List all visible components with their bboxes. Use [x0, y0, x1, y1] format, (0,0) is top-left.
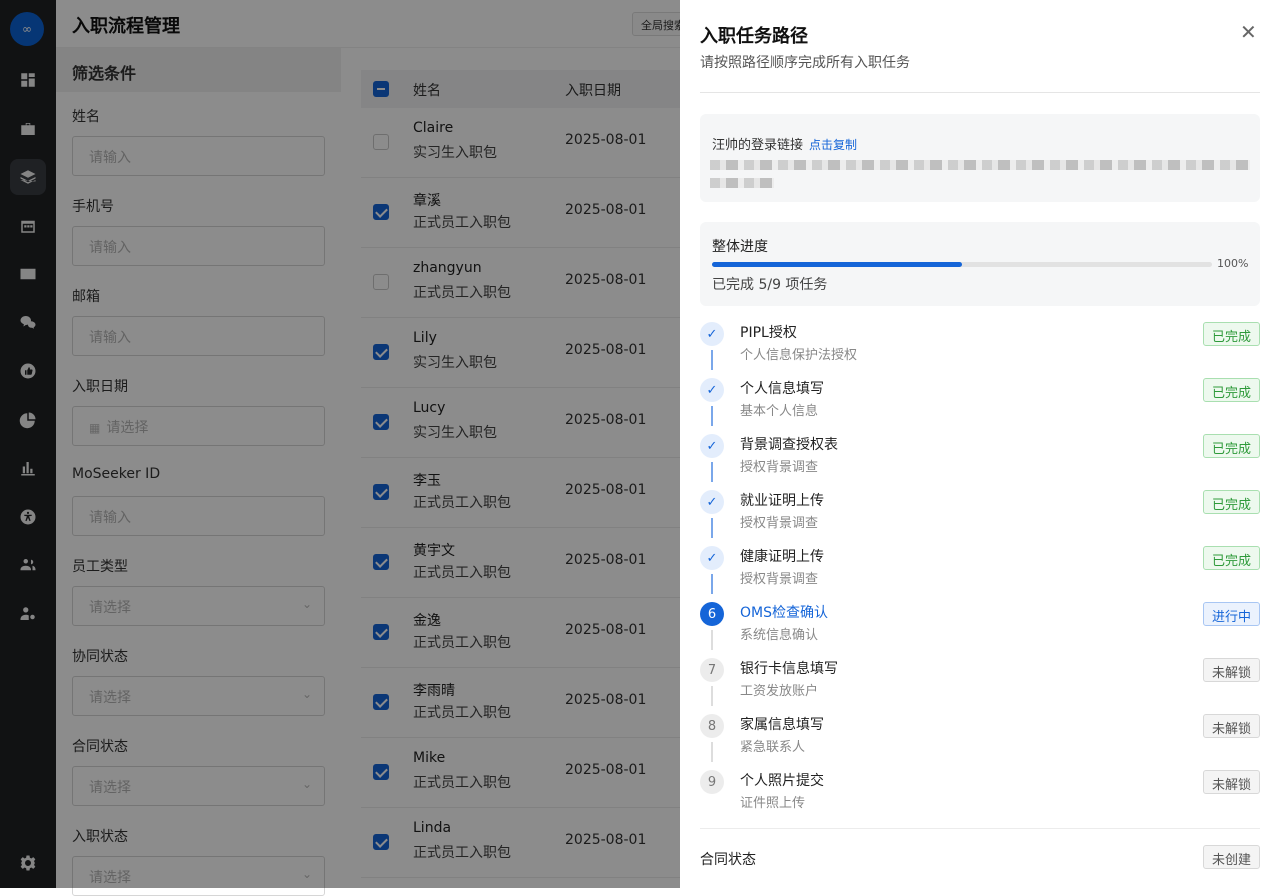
progress-title: 整体进度	[712, 239, 768, 255]
step-title: PIPL授权	[740, 325, 797, 341]
progress-note: 已完成 5/9 项任务	[712, 277, 828, 293]
task-step[interactable]: ✓ 背景调查授权表 授权背景调查 已完成	[700, 430, 1260, 486]
contract-status-label: 合同状态	[700, 852, 756, 868]
step-number: 8	[700, 714, 724, 738]
step-connector	[711, 742, 713, 762]
step-status-badge: 已完成	[1202, 434, 1260, 458]
step-subtitle: 系统信息确认	[740, 628, 819, 643]
task-step[interactable]: ✓ 个人信息填写 基本个人信息 已完成	[700, 374, 1260, 430]
step-title: 健康证明上传	[740, 549, 824, 565]
check-icon: ✓	[700, 378, 724, 402]
step-number: 7	[700, 658, 724, 682]
step-subtitle: 紧急联系人	[740, 740, 806, 755]
step-title: 个人信息填写	[740, 381, 824, 397]
blurred-link-text	[710, 160, 1250, 170]
step-title: OMS检查确认	[740, 605, 828, 621]
login-link-label: 汪帅的登录链接 点击复制	[712, 138, 858, 153]
step-subtitle: 基本个人信息	[740, 404, 819, 419]
step-subtitle: 工资发放账户	[740, 684, 819, 699]
check-icon: ✓	[700, 434, 724, 458]
progress-bar-fill	[712, 262, 962, 267]
check-icon: ✓	[700, 490, 724, 514]
step-status-badge: 已完成	[1202, 322, 1260, 346]
step-connector	[711, 406, 713, 426]
step-title: 家属信息填写	[740, 717, 824, 733]
drawer-subtitle: 请按照路径顺序完成所有入职任务	[700, 55, 910, 71]
step-status-badge: 已完成	[1202, 378, 1260, 402]
step-status-badge: 未解锁	[1202, 770, 1260, 794]
step-title: 银行卡信息填写	[740, 661, 838, 677]
step-status-badge: 已完成	[1202, 490, 1260, 514]
step-connector	[711, 350, 713, 370]
step-subtitle: 授权背景调查	[740, 572, 819, 587]
login-link-card: 汪帅的登录链接 点击复制	[700, 114, 1260, 202]
progress-bar	[712, 262, 1212, 267]
task-step[interactable]: ✓ 就业证明上传 授权背景调查 已完成	[700, 486, 1260, 542]
step-subtitle: 授权背景调查	[740, 460, 819, 475]
task-step[interactable]: ✓ PIPL授权个人信息保护法授权 已完成	[700, 318, 1260, 374]
close-icon[interactable]: ✕	[1240, 20, 1257, 44]
step-title: 个人照片提交	[740, 773, 824, 789]
task-step: 8 家属信息填写 紧急联系人 未解锁	[700, 710, 1260, 766]
step-connector	[711, 630, 713, 650]
contract-status-row: 合同状态 未创建	[700, 828, 1260, 888]
task-step: 7 银行卡信息填写 工资发放账户 未解锁	[700, 654, 1260, 710]
step-connector	[711, 518, 713, 538]
step-subtitle: 证件照上传	[740, 796, 806, 811]
check-icon: ✓	[700, 546, 724, 570]
step-subtitle: 个人信息保护法授权	[740, 348, 858, 363]
progress-percent: 100%	[1217, 257, 1249, 270]
copy-link-button[interactable]: 点击复制	[809, 138, 857, 152]
step-number: 9	[700, 770, 724, 794]
divider	[700, 92, 1260, 93]
step-status-badge: 已完成	[1202, 546, 1260, 570]
task-step: 9 个人照片提交 证件照上传 未解锁	[700, 766, 1260, 822]
step-number: 6	[700, 602, 724, 626]
step-title: 背景调查授权表	[740, 437, 838, 453]
step-connector	[711, 686, 713, 706]
contract-status-badge: 未创建	[1202, 845, 1260, 869]
task-step[interactable]: 6 OMS检查确认 系统信息确认 进行中	[700, 598, 1260, 654]
task-path-drawer: 入职任务路径 请按照路径顺序完成所有入职任务 ✕ 汪帅的登录链接 点击复制 整体进…	[680, 0, 1280, 888]
task-step[interactable]: ✓ 健康证明上传 授权背景调查 已完成	[700, 542, 1260, 598]
step-title: 就业证明上传	[740, 493, 824, 509]
check-icon: ✓	[700, 322, 724, 346]
modal-overlay[interactable]	[0, 0, 680, 888]
progress-card: 整体进度 100% 已完成 5/9 项任务	[700, 222, 1260, 306]
step-connector	[711, 462, 713, 482]
step-status-badge: 未解锁	[1202, 658, 1260, 682]
step-connector	[711, 574, 713, 594]
drawer-title: 入职任务路径	[700, 26, 808, 47]
step-status-badge: 进行中	[1202, 602, 1260, 626]
blurred-link-text	[710, 178, 774, 188]
step-status-badge: 未解锁	[1202, 714, 1260, 738]
step-subtitle: 授权背景调查	[740, 516, 819, 531]
